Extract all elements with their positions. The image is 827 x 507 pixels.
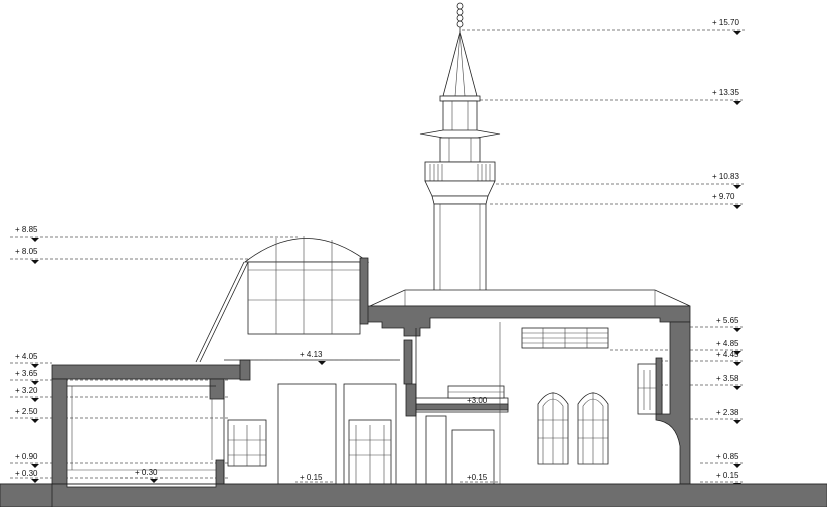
level-label: + 0.30 — [15, 469, 38, 478]
level-arrow-icon — [733, 328, 741, 332]
level-arrow-icon — [31, 464, 39, 468]
floor-level-label: + 0.30 — [135, 468, 158, 477]
hall-door-opening — [277, 383, 337, 485]
level-label: + 0.15 — [716, 471, 739, 480]
level-label: + 0.85 — [716, 452, 739, 461]
floor-level-label: +0.15 — [467, 473, 488, 482]
level-label: + 3.65 — [15, 369, 38, 378]
central-hall: + 4.13 +3.00 + 0.15 +0.15 — [223, 322, 509, 485]
floor-level-label: + 0.15 — [300, 473, 323, 482]
skylight-dome — [195, 236, 370, 363]
level-arrow-icon — [31, 381, 39, 385]
level-arrow-icon — [31, 479, 39, 483]
level-arrow-icon — [31, 419, 39, 423]
mihrab-level-label: +3.00 — [467, 396, 488, 405]
finial-icon — [456, 2, 464, 32]
mosque-section-drawing: + 15.70 + 13.35 + 10.83 + 9.70 + 5.65 + … — [0, 2, 827, 507]
level-label: + 10.83 — [712, 172, 739, 181]
level-arrow-icon — [31, 238, 39, 242]
level-arrow-icon — [733, 31, 741, 35]
level-arrow-icon — [733, 386, 741, 390]
level-arrow-icon — [733, 362, 741, 366]
minaret-upper-drum — [442, 100, 478, 132]
level-arrow-icon — [733, 420, 741, 424]
minaret-balcony — [424, 161, 496, 182]
level-arrow-icon — [733, 101, 741, 105]
level-label: + 0.90 — [15, 452, 38, 461]
prayer-hall — [521, 321, 691, 485]
level-arrow-icon — [733, 464, 741, 468]
level-arrow-icon — [733, 205, 741, 209]
minaret-canopy — [419, 129, 501, 139]
minaret — [419, 2, 501, 295]
level-label: + 13.35 — [712, 88, 739, 97]
porch-left-wall — [51, 378, 68, 485]
minaret-shaft — [433, 203, 487, 295]
level-arrow-icon — [31, 260, 39, 264]
left-porch: + 0.30 — [51, 359, 251, 485]
porch-roof-slab — [51, 364, 249, 380]
level-label: + 4.45 — [716, 350, 739, 359]
level-label: + 2.38 — [716, 408, 739, 417]
level-label: + 2.50 — [15, 407, 38, 416]
ground — [0, 483, 827, 507]
level-arrow-icon — [733, 185, 741, 189]
level-label: + 8.05 — [15, 247, 38, 256]
level-label: + 8.85 — [15, 225, 38, 234]
minaret-cone — [442, 30, 478, 97]
level-label: + 5.65 — [716, 316, 739, 325]
level-label: + 15.70 — [712, 18, 739, 27]
level-label: + 4.85 — [716, 339, 739, 348]
level-arrow-icon — [31, 398, 39, 402]
level-label: + 3.58 — [716, 374, 739, 383]
level-arrow-icon — [31, 364, 39, 368]
level-label: + 9.70 — [712, 192, 735, 201]
level-label: + 3.20 — [15, 386, 38, 395]
level-label: + 4.05 — [15, 352, 38, 361]
inner-level-label: + 4.13 — [300, 350, 323, 359]
